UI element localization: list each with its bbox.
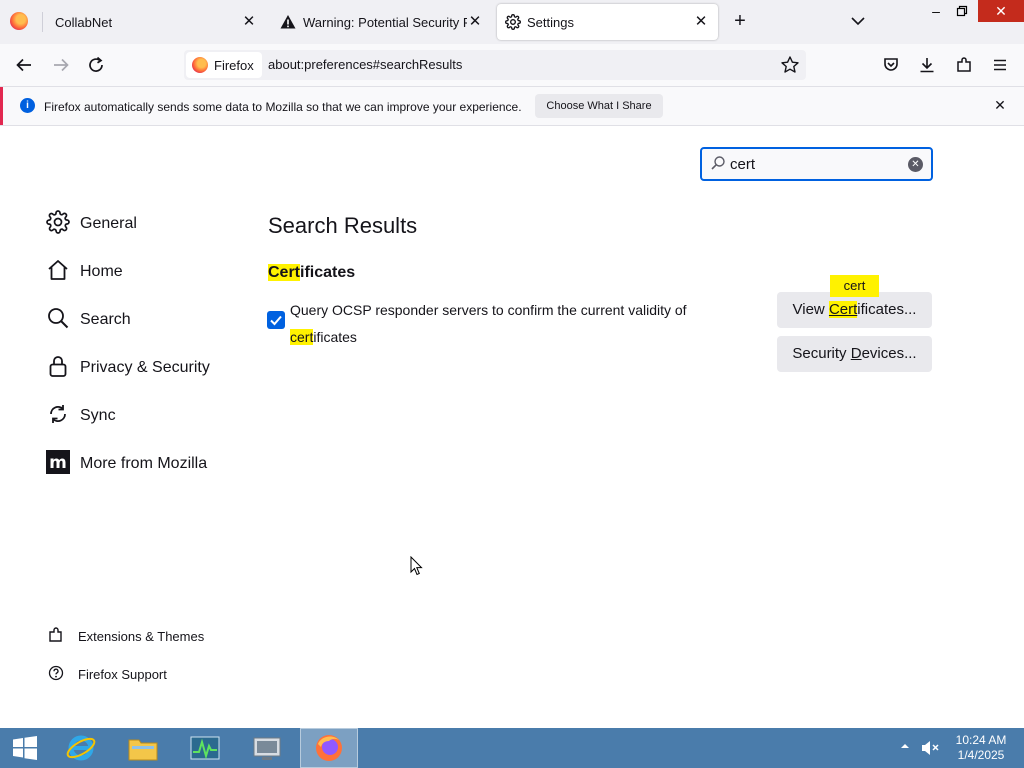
lock-icon bbox=[46, 354, 70, 383]
tab-security-warning[interactable]: Warning: Potential Security Risk ✕ bbox=[270, 4, 492, 40]
ocsp-checkbox[interactable] bbox=[267, 311, 285, 329]
puzzle-icon bbox=[48, 626, 64, 646]
choose-what-i-share-button[interactable]: Choose What I Share bbox=[535, 94, 663, 118]
warning-icon bbox=[280, 14, 296, 30]
category-label: Search bbox=[80, 311, 131, 328]
tab-separator bbox=[42, 12, 43, 32]
heading-text: ificates bbox=[300, 264, 356, 281]
close-tab-icon[interactable]: ✕ bbox=[240, 13, 258, 31]
gear-icon bbox=[505, 14, 521, 30]
restore-window-icon[interactable] bbox=[947, 0, 977, 22]
category-home[interactable]: Home bbox=[46, 258, 123, 286]
file-explorer-icon[interactable] bbox=[114, 728, 172, 768]
search-results-title: Search Results bbox=[268, 213, 418, 238]
extensions-themes-link[interactable]: Extensions & Themes bbox=[48, 626, 204, 646]
category-label: Home bbox=[80, 263, 123, 280]
button-text: evices... bbox=[861, 345, 917, 362]
search-match-highlight: cert bbox=[290, 329, 314, 345]
tab-settings[interactable]: Settings ✕ bbox=[497, 4, 718, 40]
system-clock[interactable]: 10:24 AM 1/4/2025 bbox=[948, 733, 1014, 763]
close-tab-icon[interactable]: ✕ bbox=[692, 13, 710, 31]
identity-label: Firefox bbox=[214, 57, 254, 73]
mouse-pointer-icon bbox=[410, 555, 424, 581]
pocket-icon[interactable] bbox=[879, 53, 903, 77]
category-search[interactable]: Search bbox=[46, 306, 131, 334]
button-text: ificates... bbox=[857, 301, 917, 318]
new-tab-plus-icon[interactable]: + bbox=[730, 11, 750, 31]
url-text[interactable]: about:preferences#searchResults bbox=[268, 57, 462, 72]
category-label: More from Mozilla bbox=[80, 455, 208, 472]
windows-start-icon[interactable] bbox=[0, 728, 50, 768]
tab-label: Settings bbox=[527, 14, 574, 30]
category-label: Sync bbox=[80, 407, 116, 424]
help-icon bbox=[48, 665, 64, 684]
firefox-support-link[interactable]: Firefox Support bbox=[48, 664, 167, 684]
show-hidden-icons-icon[interactable] bbox=[900, 740, 912, 768]
search-match-highlight: Cert bbox=[268, 264, 301, 281]
info-icon: i bbox=[20, 98, 35, 113]
footer-link-label: Extensions & Themes bbox=[78, 628, 205, 644]
category-general[interactable]: General bbox=[46, 209, 137, 239]
chevron-down-icon[interactable] bbox=[848, 11, 868, 31]
forward-arrow-icon[interactable] bbox=[49, 53, 73, 77]
sync-icon bbox=[46, 402, 70, 431]
hamburger-menu-icon[interactable] bbox=[988, 53, 1012, 77]
gear-icon bbox=[46, 209, 70, 239]
notification-accent bbox=[0, 87, 3, 125]
category-label: General bbox=[80, 215, 137, 232]
task-manager-icon[interactable] bbox=[176, 728, 234, 768]
clock-date: 1/4/2025 bbox=[957, 748, 1005, 762]
notification-message: Firefox automatically sends some data to… bbox=[44, 100, 522, 114]
identity-box[interactable]: Firefox bbox=[186, 52, 262, 78]
data-collection-notification: i Firefox automatically sends some data … bbox=[0, 86, 1024, 126]
svg-text:m: m bbox=[49, 453, 67, 473]
ocsp-checkbox-label[interactable]: Query OCSP responder servers to confirm … bbox=[290, 297, 730, 351]
view-certificates-button[interactable]: View Certificates... bbox=[777, 292, 932, 328]
tab-label: CollabNet bbox=[55, 14, 113, 30]
category-privacy-security[interactable]: Privacy & Security bbox=[46, 354, 210, 382]
reload-icon[interactable] bbox=[84, 53, 108, 77]
category-more-from-mozilla[interactable]: m More from Mozilla bbox=[46, 449, 208, 479]
tab-label: Warning: Potential Security Risk bbox=[303, 14, 467, 30]
clock-time: 10:24 AM bbox=[955, 733, 1007, 747]
button-text: Security bbox=[792, 345, 851, 362]
ocsp-text: ificates bbox=[313, 329, 357, 345]
back-arrow-icon[interactable] bbox=[12, 53, 36, 77]
internet-explorer-icon[interactable] bbox=[52, 728, 110, 768]
category-sync[interactable]: Sync bbox=[46, 402, 116, 430]
certificates-heading: Certificates bbox=[268, 264, 355, 282]
search-match-highlight: Cert bbox=[828, 301, 858, 318]
home-icon bbox=[46, 258, 70, 287]
mozilla-icon: m bbox=[46, 449, 70, 479]
firefox-logo-icon bbox=[192, 57, 208, 73]
extensions-puzzle-icon[interactable] bbox=[952, 53, 976, 77]
windows-taskbar: 10:24 AM 1/4/2025 bbox=[0, 728, 1024, 768]
access-key: D bbox=[850, 345, 862, 362]
footer-link-label: Firefox Support bbox=[78, 666, 167, 682]
search-icon bbox=[46, 306, 70, 335]
tab-collabnet[interactable]: CollabNet ✕ bbox=[44, 4, 266, 40]
firefox-icon[interactable] bbox=[300, 728, 358, 768]
speaker-muted-icon[interactable] bbox=[920, 739, 942, 768]
firefox-view-icon[interactable] bbox=[10, 12, 28, 30]
close-window-icon[interactable]: ✕ bbox=[978, 0, 1024, 22]
tab-strip: CollabNet ✕ Warning: Potential Security … bbox=[0, 0, 1024, 44]
close-tab-icon[interactable]: ✕ bbox=[466, 13, 484, 31]
settings-search-box[interactable]: ✕ bbox=[700, 147, 933, 181]
search-icon bbox=[710, 155, 726, 176]
close-notification-icon[interactable]: ✕ bbox=[992, 97, 1008, 113]
security-devices-button[interactable]: Security Devices... bbox=[777, 336, 932, 372]
button-text: View bbox=[792, 301, 829, 318]
downloads-icon[interactable] bbox=[915, 53, 939, 77]
search-match-tooltip: cert bbox=[830, 275, 879, 297]
server-manager-icon[interactable] bbox=[238, 728, 296, 768]
settings-search-input[interactable] bbox=[730, 154, 900, 174]
ocsp-text: Query OCSP responder servers to confirm … bbox=[290, 302, 687, 318]
clear-search-icon[interactable]: ✕ bbox=[908, 157, 923, 172]
category-label: Privacy & Security bbox=[80, 359, 210, 376]
bookmark-star-icon[interactable] bbox=[780, 55, 800, 75]
